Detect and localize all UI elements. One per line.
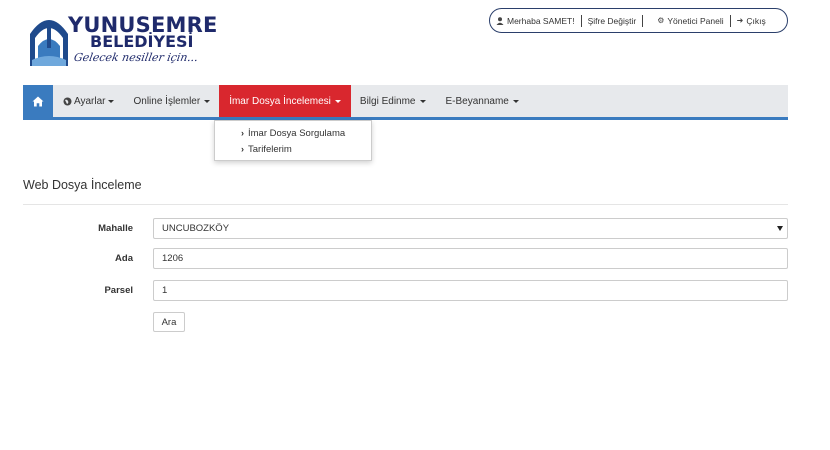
caret-down-icon	[512, 99, 519, 103]
caret-down-icon	[334, 99, 341, 103]
nav-home[interactable]	[23, 85, 53, 117]
caret-down-icon	[419, 99, 426, 103]
divider	[642, 14, 644, 27]
mahalle-selected-value: UNCUBOZKÖY	[162, 223, 230, 234]
nav-online-services[interactable]: Online İşlemler	[123, 85, 220, 117]
user-greeting[interactable]: Merhaba SAMET!	[496, 16, 575, 26]
admin-panel-link[interactable]: ⚙ Yönetici Paneli	[657, 16, 723, 26]
nav-information-request-label: Bilgi Edinme	[359, 95, 416, 107]
main-navbar: Ayarlar Online İşlemler İmar Dosya İncel…	[23, 85, 788, 120]
nav-zoning-file-review-label: İmar Dosya İncelemesi	[229, 95, 331, 107]
mahalle-label: Mahalle	[98, 223, 133, 234]
mosque-emblem-icon	[30, 20, 68, 66]
divider	[580, 14, 582, 27]
nav-information-request[interactable]: Bilgi Edinme	[351, 85, 435, 117]
logout-link[interactable]: ➜ Çıkış	[737, 16, 766, 26]
parsel-input[interactable]: 1	[153, 280, 788, 301]
ada-label: Ada	[115, 253, 133, 264]
divider	[729, 14, 731, 27]
cogs-icon: ⚙	[657, 16, 665, 25]
change-password-link[interactable]: Şifre Değiştir	[588, 16, 637, 26]
chevron-right-icon: ›	[241, 144, 244, 154]
parsel-input-value: 1	[162, 285, 168, 296]
home-icon	[32, 96, 44, 106]
dropdown-item-label: İmar Dosya Sorgulama	[248, 127, 346, 139]
nav-e-declaration-label: E-Beyanname	[445, 95, 509, 107]
nav-e-declaration[interactable]: E-Beyanname	[435, 85, 528, 117]
municipality-logo[interactable]: YUNUSEMRE BELEDİYESİ Gelecek nesiller iç…	[26, 10, 226, 72]
dropdown-item-label: Tarifelerim	[248, 143, 292, 155]
ada-input-value: 1206	[162, 253, 184, 264]
nav-settings[interactable]: Ayarlar	[53, 85, 123, 117]
chevron-right-icon: ›	[241, 128, 244, 138]
nav-online-services-label: Online İşlemler	[133, 95, 201, 107]
page-title: Web Dosya İnceleme	[23, 178, 142, 192]
mahalle-select[interactable]: UNCUBOZKÖY	[153, 218, 788, 239]
search-button[interactable]: Ara	[153, 312, 185, 332]
nav-zoning-file-review[interactable]: İmar Dosya İncelemesi	[219, 85, 351, 117]
parsel-label: Parsel	[104, 285, 133, 296]
dropdown-item-zoning-query[interactable]: › İmar Dosya Sorgulama	[215, 125, 371, 141]
divider	[23, 204, 788, 205]
user-menu: Merhaba SAMET! Şifre Değiştir ⚙ Yönetici…	[489, 8, 788, 33]
logo-subtitle: BELEDİYESİ	[90, 32, 194, 51]
logo-slogan: Gelecek nesiller için...	[72, 51, 200, 64]
change-password-label: Şifre Değiştir	[587, 15, 637, 26]
caret-down-icon	[204, 99, 211, 103]
select-arrow-icon	[777, 226, 783, 231]
sign-out-icon: ➜	[736, 16, 744, 25]
caret-down-icon	[107, 99, 114, 103]
zoning-dropdown-menu: › İmar Dosya Sorgulama › Tarifelerim	[214, 120, 372, 161]
user-icon	[496, 16, 504, 25]
ada-input[interactable]: 1206	[153, 248, 788, 269]
logout-label: Çıkış	[746, 15, 766, 26]
nav-settings-label: Ayarlar	[74, 95, 106, 107]
admin-panel-label: Yönetici Paneli	[667, 15, 724, 26]
globe-icon	[63, 97, 72, 105]
dropdown-item-tariffs[interactable]: › Tarifelerim	[215, 141, 371, 157]
user-greeting-label: Merhaba SAMET!	[507, 15, 575, 26]
